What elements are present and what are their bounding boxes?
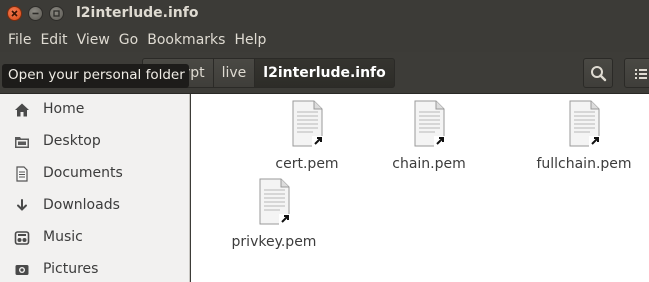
menu-bar: File Edit View Go Bookmarks Help [0, 27, 649, 52]
sidebar-item-downloads[interactable]: Downloads [0, 190, 190, 222]
desktop-icon [15, 137, 29, 148]
sidebar-item-home[interactable]: Home [0, 94, 190, 126]
close-window-button[interactable] [7, 6, 22, 21]
file-item-privkey[interactable]: privkey.pem [219, 178, 329, 256]
document-link-icon [292, 100, 324, 147]
file-name: privkey.pem [231, 234, 317, 250]
minimize-window-button[interactable] [28, 6, 43, 21]
document-link-icon [569, 100, 601, 147]
sidebar-item-desktop[interactable]: Desktop [0, 126, 190, 158]
list-view-icon [635, 69, 647, 79]
document-link-icon [414, 100, 446, 147]
sidebar-item-label: Pictures [43, 261, 99, 277]
home-icon [15, 103, 29, 117]
menu-edit[interactable]: Edit [40, 32, 67, 48]
minimize-icon [32, 12, 39, 15]
document-link-icon [259, 178, 291, 225]
close-icon [11, 10, 18, 17]
menu-view[interactable]: View [77, 32, 110, 48]
window-title: l2interlude.info [76, 5, 199, 21]
places-sidebar: Home Desktop Documents Downloads Music P… [0, 94, 190, 282]
breadcrumb-live[interactable]: live [213, 58, 256, 88]
title-bar: l2interlude.info [0, 0, 649, 27]
breadcrumb-current[interactable]: l2interlude.info [255, 58, 395, 88]
menu-go[interactable]: Go [119, 32, 138, 48]
menu-file[interactable]: File [8, 32, 31, 48]
sidebar-item-music[interactable]: Music [0, 222, 190, 254]
file-name: chain.pem [392, 156, 466, 172]
menu-help[interactable]: Help [234, 32, 266, 48]
file-view: cert.pem chain.pem fullchain.pem privkey… [191, 94, 649, 282]
sidebar-item-label: Music [43, 229, 83, 245]
file-name: cert.pem [275, 156, 339, 172]
maximize-icon [53, 10, 60, 17]
sidebar-item-label: Home [43, 101, 85, 117]
sidebar-item-label: Desktop [43, 133, 101, 149]
sidebar-item-pictures[interactable]: Pictures [0, 254, 190, 282]
sidebar-item-documents[interactable]: Documents [0, 158, 190, 190]
sidebar-item-label: Documents [43, 165, 123, 181]
downloads-icon [17, 199, 27, 211]
search-button[interactable] [583, 58, 613, 88]
pictures-icon [15, 265, 29, 275]
file-name: fullchain.pem [536, 156, 632, 172]
file-item-cert[interactable]: cert.pem [252, 100, 362, 178]
menu-bookmarks[interactable]: Bookmarks [147, 32, 225, 48]
maximize-window-button[interactable] [49, 6, 64, 21]
list-view-button[interactable] [624, 58, 649, 88]
search-icon [591, 66, 607, 82]
tooltip: Open your personal folder [2, 64, 189, 88]
sidebar-item-label: Downloads [43, 197, 120, 213]
file-item-fullchain[interactable]: fullchain.pem [529, 100, 639, 178]
file-item-chain[interactable]: chain.pem [374, 100, 484, 178]
music-icon [14, 231, 30, 245]
documents-icon [16, 166, 28, 182]
